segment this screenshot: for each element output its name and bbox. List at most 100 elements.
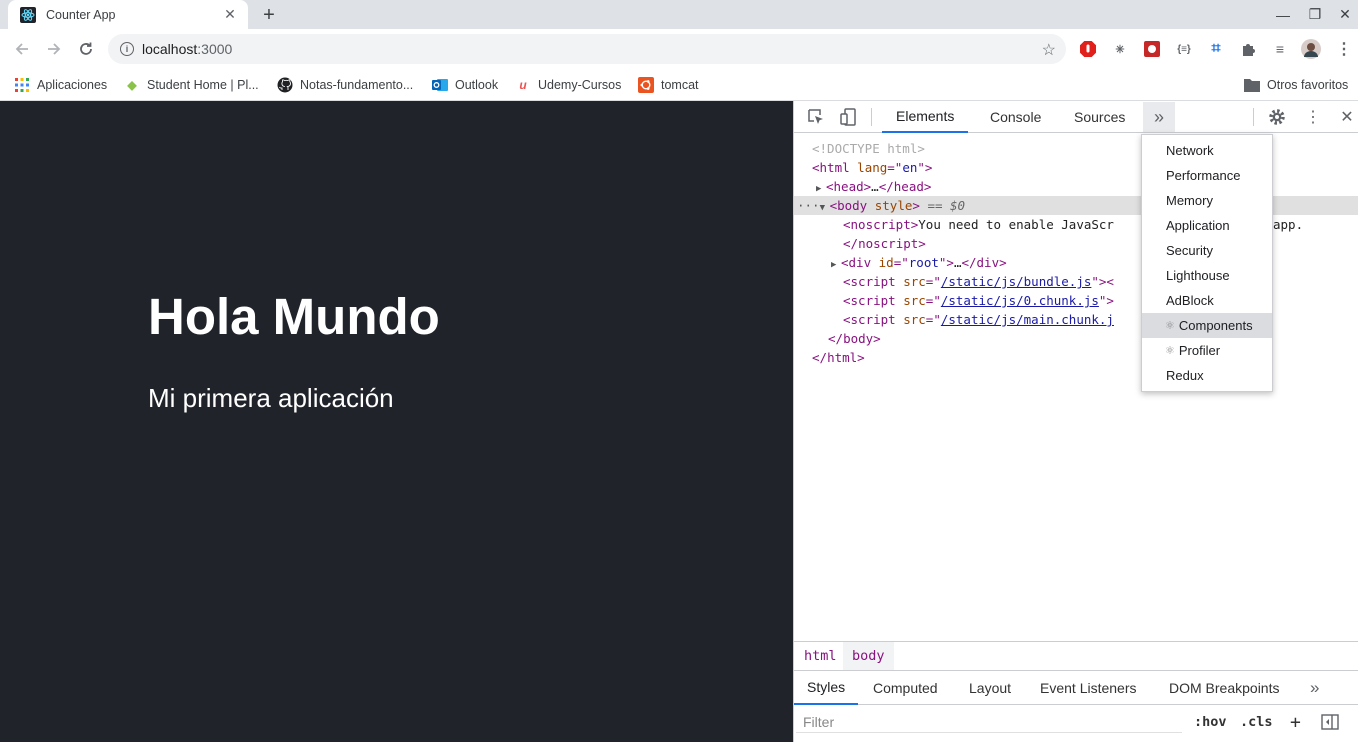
menu-item-profiler[interactable]: ⚛ Profiler <box>1142 338 1272 363</box>
forward-icon[interactable] <box>42 37 66 61</box>
dom-node-noscript[interactable]: <noscript>You need to enable JavaScr app. <box>794 215 1358 234</box>
info-icon[interactable]: i <box>120 42 134 56</box>
react-icon <box>20 6 36 23</box>
attr-name: id <box>878 255 894 270</box>
minimize-icon[interactable]: — <box>1268 0 1298 29</box>
address-bar[interactable]: i localhost:3000 ☆ <box>108 34 1066 64</box>
tag-name: script <box>850 293 896 308</box>
bookmark-label: tomcat <box>661 78 699 92</box>
attr-value: root <box>908 255 939 270</box>
settings-gear-icon[interactable] <box>1267 107 1287 127</box>
tag-name: head <box>833 179 864 194</box>
doctype-text: <!DOCTYPE html> <box>812 141 925 156</box>
tab-layout[interactable]: Layout <box>956 671 1024 705</box>
bookmark-item[interactable]: Notas-fundamento... <box>277 73 413 97</box>
github-icon <box>277 77 293 93</box>
toolbar-divider <box>871 108 872 126</box>
script-src-link[interactable]: /static/js/0.chunk.js <box>941 293 1099 308</box>
extensions-puzzle-icon[interactable] <box>1238 39 1258 59</box>
hover-state-toggle[interactable]: :hov <box>1194 711 1227 733</box>
back-icon[interactable] <box>10 37 34 61</box>
script-src-link[interactable]: /static/js/bundle.js <box>941 274 1092 289</box>
menu-item-components[interactable]: ⚛ Components <box>1142 313 1272 338</box>
page-subheading: Mi primera aplicación <box>148 383 394 413</box>
outlook-icon <box>432 77 448 93</box>
menu-item-security[interactable]: Security <box>1142 238 1272 263</box>
bug-extension-icon[interactable]: ✳ <box>1110 39 1130 59</box>
menu-item-memory[interactable]: Memory <box>1142 188 1272 213</box>
bookmark-item[interactable]: u Udemy-Cursos <box>515 73 621 97</box>
other-bookmarks-folder[interactable]: Otros favoritos <box>1244 73 1348 97</box>
class-toggle[interactable]: .cls <box>1240 711 1273 733</box>
styles-filter-bar: Filter :hov .cls + <box>794 705 1358 742</box>
menu-item-network[interactable]: Network <box>1142 138 1272 163</box>
adblock-extension-icon[interactable] <box>1078 39 1098 59</box>
grid-extension-icon[interactable]: ⌗ <box>1206 39 1226 59</box>
dom-node-body-selected[interactable]: ···▼ <body style> == $0 <box>794 196 1358 215</box>
browser-tab[interactable]: Counter App ✕ <box>8 0 248 29</box>
console-ref: == $0 <box>927 198 966 213</box>
bookmark-item[interactable]: ◆ Student Home | Pl... <box>124 73 258 97</box>
reload-icon[interactable] <box>74 37 98 61</box>
tab-elements[interactable]: Elements <box>882 101 969 133</box>
browser-menu-icon[interactable]: ⋮ <box>1334 39 1354 59</box>
tab-event-listeners[interactable]: Event Listeners <box>1027 671 1150 705</box>
json-extension-icon[interactable]: {≡} <box>1174 39 1194 59</box>
bookmark-label: Outlook <box>455 78 499 92</box>
tab-console[interactable]: Console <box>976 101 1055 133</box>
new-tab-button[interactable]: + <box>258 4 280 26</box>
script-src-link[interactable]: /static/js/main.chunk.j <box>941 312 1114 327</box>
devtools-toolbar: Elements Console Sources » ⋮ ✕ <box>794 101 1358 133</box>
menu-item-redux[interactable]: Redux <box>1142 363 1272 388</box>
red-extension-icon[interactable] <box>1142 39 1162 59</box>
more-tabs-chevron-icon[interactable]: » <box>1143 102 1175 132</box>
node-actions-dots-icon[interactable]: ··· <box>797 198 820 213</box>
dom-node-script[interactable]: <script src="/static/js/bundle.js">< <box>794 272 1358 291</box>
bookmark-item[interactable]: Aplicaciones <box>14 73 107 97</box>
bookmark-item[interactable]: Outlook <box>432 73 498 97</box>
close-devtools-icon[interactable]: ✕ <box>1337 107 1357 127</box>
react-icon: ⚛ <box>1165 345 1175 357</box>
bookmark-label: Notas-fundamento... <box>300 78 414 92</box>
restore-icon[interactable]: ❐ <box>1300 0 1330 29</box>
more-subtabs-chevron-icon[interactable]: » <box>1297 671 1332 705</box>
dom-node-noscript-close[interactable]: </noscript> <box>794 234 1358 253</box>
dom-node-script[interactable]: <script src="/static/js/0.chunk.js"> <box>794 291 1358 310</box>
inspect-element-icon[interactable] <box>806 107 826 127</box>
close-tab-icon[interactable]: ✕ <box>222 6 238 23</box>
dom-node-div-root[interactable]: ▶ <div id="root">…</div> <box>794 253 1358 272</box>
close-window-icon[interactable]: ✕ <box>1330 0 1358 29</box>
menu-item-label: Components <box>1178 318 1253 333</box>
dom-node-html[interactable]: <html lang="en"> <box>794 158 1358 177</box>
tag-name: div <box>976 255 1000 270</box>
dom-node-doctype[interactable]: <!DOCTYPE html> <box>794 139 1358 158</box>
attr-name: src <box>903 293 926 308</box>
browser-toolbar: i localhost:3000 ☆ ✳ {≡} ⌗ ≡ ⋮ <box>0 29 1358 69</box>
tab-dom-breakpoints[interactable]: DOM Breakpoints <box>1156 671 1292 705</box>
media-control-icon[interactable]: ≡ <box>1270 39 1290 59</box>
styles-filter-input[interactable]: Filter <box>796 711 1182 733</box>
attr-name: lang <box>857 160 888 175</box>
dom-node-script[interactable]: <script src="/static/js/main.chunk.j <box>794 310 1358 329</box>
customize-menu-icon[interactable]: ⋮ <box>1303 107 1323 127</box>
menu-item-application[interactable]: Application <box>1142 213 1272 238</box>
diamond-icon: ◆ <box>127 78 137 92</box>
menu-item-label: AdBlock <box>1166 293 1214 308</box>
dom-node-html-close[interactable]: </html> <box>794 348 1358 367</box>
breadcrumb-body[interactable]: body <box>843 642 894 670</box>
add-rule-plus-icon[interactable]: + <box>1290 711 1301 733</box>
dom-node-body-close[interactable]: </body> <box>794 329 1358 348</box>
toggle-sidebar-icon[interactable] <box>1321 711 1339 733</box>
menu-item-adblock[interactable]: AdBlock <box>1142 288 1272 313</box>
bookmark-item[interactable]: tomcat <box>638 73 699 97</box>
device-toolbar-icon[interactable] <box>838 107 858 127</box>
tab-styles[interactable]: Styles <box>794 671 859 705</box>
menu-item-performance[interactable]: Performance <box>1142 163 1272 188</box>
menu-item-lighthouse[interactable]: Lighthouse <box>1142 263 1272 288</box>
profile-avatar[interactable] <box>1301 39 1321 59</box>
tab-sources[interactable]: Sources <box>1060 101 1139 133</box>
dom-node-head[interactable]: ▶ <head>…</head> <box>794 177 1358 196</box>
tab-computed[interactable]: Computed <box>860 671 951 705</box>
bookmark-star-icon[interactable]: ☆ <box>1042 40 1056 60</box>
breadcrumb-html[interactable]: html <box>795 642 846 670</box>
